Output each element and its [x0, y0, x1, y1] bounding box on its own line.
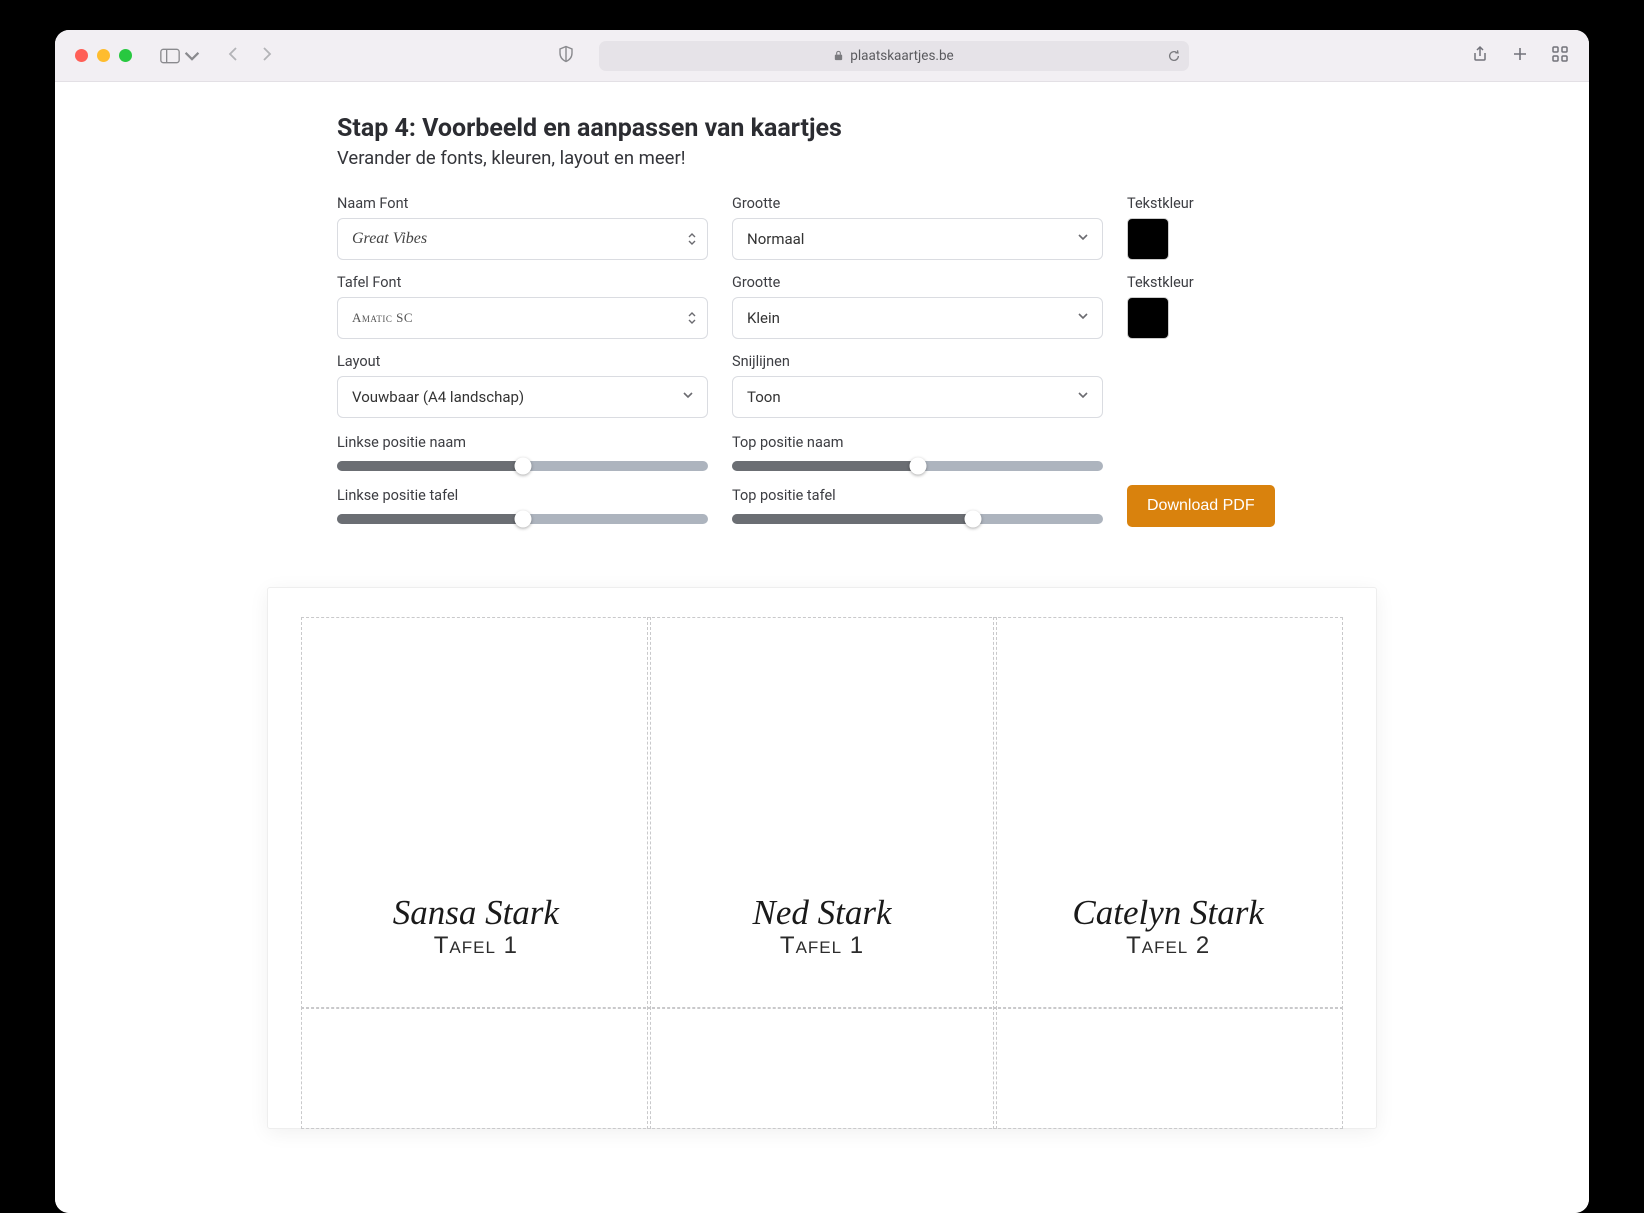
- label-tekstkleur-naam: Tekstkleur: [1127, 195, 1307, 212]
- label-grootte-tafel: Grootte: [732, 274, 1103, 291]
- layout-select[interactable]: Vouwbaar (A4 landschap): [337, 376, 708, 418]
- traffic-lights: [75, 49, 132, 62]
- label-linkse-pos-tafel: Linkse positie tafel: [337, 487, 708, 504]
- browser-chrome: plaatskaartjes.be: [55, 30, 1589, 82]
- preview-page: Sansa Stark Tafel 1 Ned Stark Tafel 1 Ca…: [267, 587, 1377, 1129]
- label-linkse-pos-naam: Linkse positie naam: [337, 434, 708, 451]
- label-naam-font: Naam Font: [337, 195, 708, 212]
- card-name: Catelyn Stark: [1072, 895, 1264, 930]
- card-table: Tafel 1: [780, 932, 864, 960]
- privacy-shield-icon[interactable]: [557, 45, 575, 67]
- chevron-down-icon: [1076, 388, 1090, 406]
- label-tekstkleur-tafel: Tekstkleur: [1127, 274, 1307, 291]
- place-card: [994, 1008, 1342, 1128]
- place-card: [302, 1008, 650, 1128]
- url-bar[interactable]: plaatskaartjes.be: [599, 41, 1189, 71]
- naam-font-select[interactable]: Great Vibes: [337, 218, 708, 260]
- grootte-naam-value: Normaal: [747, 230, 804, 248]
- label-tafel-font: Tafel Font: [337, 274, 708, 291]
- tab-overview-icon[interactable]: [1551, 45, 1569, 67]
- layout-value: Vouwbaar (A4 landschap): [352, 388, 524, 406]
- download-pdf-button[interactable]: Download PDF: [1127, 485, 1275, 527]
- snijlijnen-select[interactable]: Toon: [732, 376, 1103, 418]
- chevron-down-icon: [681, 388, 695, 406]
- minimize-window-icon[interactable]: [97, 49, 110, 62]
- chevron-down-icon: [182, 48, 202, 64]
- card-name: Sansa Stark: [393, 895, 559, 930]
- maximize-window-icon[interactable]: [119, 49, 132, 62]
- lock-icon: [833, 50, 844, 61]
- place-card: [648, 1008, 996, 1128]
- tafel-font-value: Amatic SC: [352, 310, 413, 326]
- browser-window: plaatskaartjes.be Stap 4: Voorbeeld en a…: [55, 30, 1589, 1213]
- place-card: Sansa Stark Tafel 1: [302, 618, 650, 1008]
- page-subtitle: Verander de fonts, kleuren, layout en me…: [337, 147, 1307, 169]
- card-table: Tafel 1: [434, 932, 518, 960]
- naam-font-value: Great Vibes: [352, 230, 427, 248]
- label-layout: Layout: [337, 353, 708, 370]
- label-snijlijnen: Snijlijnen: [732, 353, 1103, 370]
- snijlijnen-value: Toon: [747, 388, 781, 406]
- place-card: Ned Stark Tafel 1: [648, 618, 996, 1008]
- updown-icon: [687, 232, 697, 246]
- chevron-down-icon: [1076, 230, 1090, 248]
- card-table: Tafel 2: [1126, 932, 1210, 960]
- slider-linkse-pos-tafel[interactable]: [337, 514, 708, 524]
- chevron-down-icon: [1076, 309, 1090, 327]
- back-button[interactable]: [226, 46, 242, 66]
- grootte-tafel-select[interactable]: Klein: [732, 297, 1103, 339]
- new-tab-icon[interactable]: [1511, 45, 1529, 67]
- tekstkleur-tafel-swatch[interactable]: [1127, 297, 1169, 339]
- share-icon[interactable]: [1471, 45, 1489, 67]
- card-name: Ned Stark: [753, 895, 892, 930]
- forward-button[interactable]: [258, 46, 274, 66]
- slider-linkse-pos-naam[interactable]: [337, 461, 708, 471]
- page-content: Stap 4: Voorbeeld en aanpassen van kaart…: [55, 82, 1589, 1213]
- label-grootte-naam: Grootte: [732, 195, 1103, 212]
- grootte-tafel-value: Klein: [747, 309, 780, 327]
- slider-top-pos-naam[interactable]: [732, 461, 1103, 471]
- tafel-font-select[interactable]: Amatic SC: [337, 297, 708, 339]
- label-top-pos-tafel: Top positie tafel: [732, 487, 1103, 504]
- sidebar-toggle-button[interactable]: [160, 48, 202, 64]
- place-card: Catelyn Stark Tafel 2: [994, 618, 1342, 1008]
- label-top-pos-naam: Top positie naam: [732, 434, 1103, 451]
- updown-icon: [687, 311, 697, 325]
- slider-top-pos-tafel[interactable]: [732, 514, 1103, 524]
- grootte-naam-select[interactable]: Normaal: [732, 218, 1103, 260]
- url-text: plaatskaartjes.be: [850, 48, 953, 64]
- close-window-icon[interactable]: [75, 49, 88, 62]
- tekstkleur-naam-swatch[interactable]: [1127, 218, 1169, 260]
- reload-icon[interactable]: [1167, 49, 1181, 63]
- page-title: Stap 4: Voorbeeld en aanpassen van kaart…: [337, 114, 1307, 143]
